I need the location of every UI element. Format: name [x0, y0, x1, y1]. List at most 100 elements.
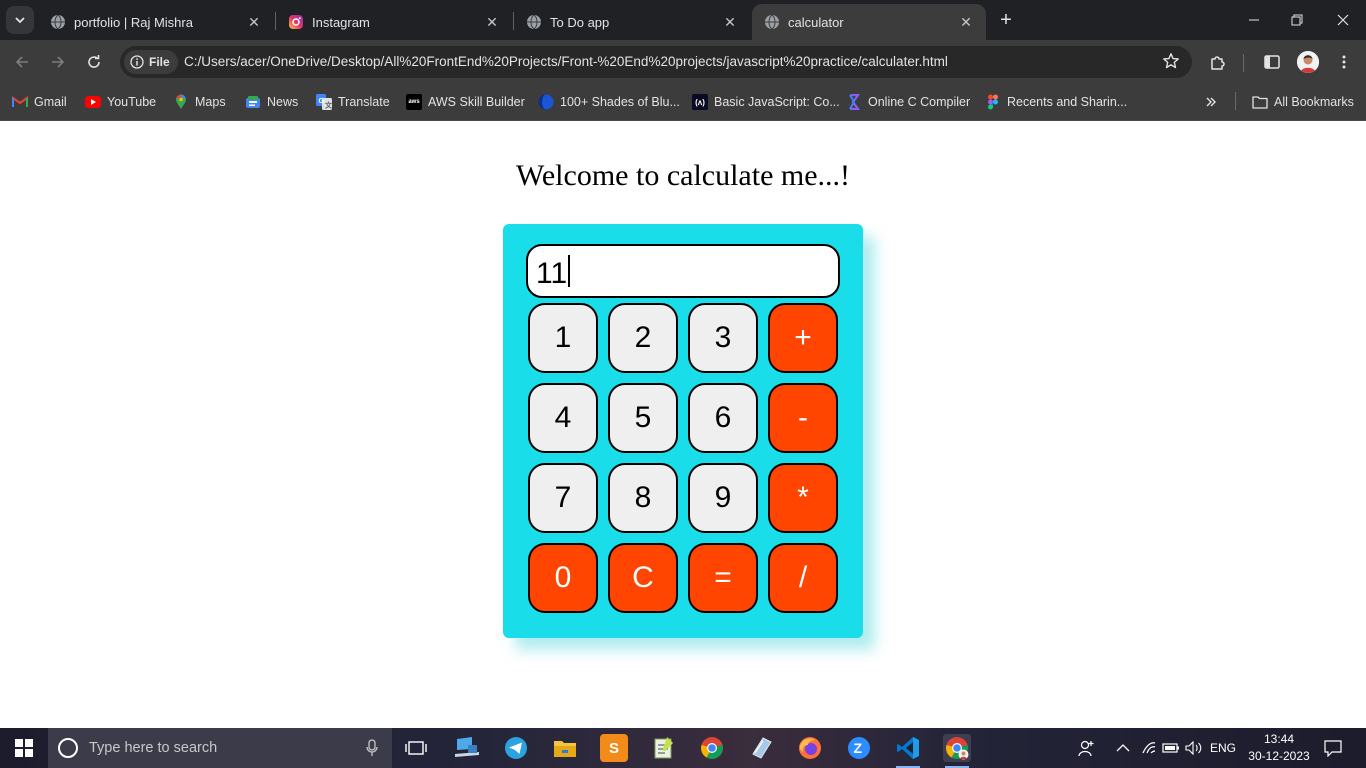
close-tab-icon[interactable]: ✕ — [244, 12, 264, 32]
globe-icon — [526, 14, 542, 30]
key-0[interactable]: 0 — [528, 543, 598, 613]
key-3[interactable]: 3 — [688, 303, 758, 373]
bookmark-label: Online C Compiler — [868, 95, 971, 109]
freecodecamp-icon: (ʌ) — [692, 94, 708, 110]
key-divide[interactable]: / — [768, 543, 838, 613]
svg-text:Z: Z — [854, 740, 863, 756]
tab-title: Instagram — [312, 14, 370, 30]
key-clear[interactable]: C — [608, 543, 678, 613]
action-center-button[interactable] — [1322, 728, 1344, 768]
instagram-icon — [288, 14, 304, 30]
task-view-button[interactable] — [402, 734, 430, 762]
bookmark-gmail[interactable]: Gmail — [12, 92, 67, 112]
clock-date: 30-12-2023 — [1248, 749, 1310, 763]
taskbar-search-box[interactable]: Type here to search — [48, 728, 392, 768]
info-icon — [130, 55, 144, 69]
bookmark-basic-javascript[interactable]: (ʌ) Basic JavaScript: Co... — [692, 92, 840, 112]
reload-button[interactable] — [80, 48, 108, 76]
bookmark-youtube[interactable]: YouTube — [85, 92, 156, 112]
site-info-chip[interactable]: File — [124, 50, 178, 74]
tray-battery-button[interactable] — [1161, 728, 1181, 768]
taskbar-app-notepad[interactable] — [649, 734, 677, 762]
back-button[interactable] — [8, 48, 36, 76]
taskbar-app-snipping[interactable] — [747, 734, 775, 762]
taskbar-app-pc[interactable] — [453, 734, 481, 762]
side-panel-button[interactable] — [1260, 50, 1284, 74]
microphone-icon[interactable] — [366, 739, 378, 757]
bookmark-shades-of-blue[interactable]: 100+ Shades of Blu... — [538, 92, 680, 112]
bookmark-translate[interactable]: G文 Translate — [316, 92, 390, 112]
close-tab-icon[interactable]: ✕ — [956, 12, 976, 32]
tab-todo[interactable]: To Do app ✕ — [514, 4, 750, 40]
key-8[interactable]: 8 — [608, 463, 678, 533]
bookmark-news[interactable]: News — [245, 92, 298, 112]
svg-text:文: 文 — [325, 101, 332, 110]
key-equals[interactable]: = — [688, 543, 758, 613]
taskbar-app-chrome-active[interactable] — [943, 734, 971, 768]
calculator-display[interactable]: 11 — [526, 244, 840, 298]
new-tab-button[interactable]: + — [994, 8, 1018, 32]
key-4[interactable]: 4 — [528, 383, 598, 453]
taskbar-app-zoom[interactable]: Z — [845, 734, 873, 762]
tray-people-button[interactable] — [1076, 728, 1098, 768]
tab-search-button[interactable] — [6, 6, 34, 34]
url-text[interactable]: C:/Users/acer/OneDrive/Desktop/All%20Fro… — [184, 54, 948, 69]
bookmark-label: Basic JavaScript: Co... — [714, 95, 840, 109]
taskbar-app-vscode[interactable] — [894, 734, 922, 768]
search-placeholder: Type here to search — [89, 740, 218, 756]
taskbar-app-telegram[interactable] — [502, 734, 530, 762]
folder-icon — [554, 741, 576, 757]
key-9[interactable]: 9 — [688, 463, 758, 533]
chrome-menu-button[interactable] — [1332, 50, 1356, 74]
bookmark-online-c-compiler[interactable]: Online C Compiler — [846, 92, 970, 112]
key-2[interactable]: 2 — [608, 303, 678, 373]
bookmarks-separator — [1235, 92, 1236, 110]
key-add[interactable]: + — [768, 303, 838, 373]
forward-button[interactable] — [44, 48, 72, 76]
close-tab-icon[interactable]: ✕ — [720, 12, 740, 32]
extensions-button[interactable] — [1206, 50, 1230, 74]
tray-language-button[interactable]: ENG — [1207, 728, 1239, 768]
battery-icon — [1162, 743, 1179, 753]
key-1[interactable]: 1 — [528, 303, 598, 373]
bookmark-star-button[interactable] — [1162, 52, 1180, 75]
close-window-button[interactable] — [1328, 6, 1358, 34]
profile-avatar[interactable] — [1297, 51, 1319, 73]
minimize-button[interactable] — [1239, 6, 1269, 34]
close-tab-icon[interactable]: ✕ — [482, 12, 502, 32]
tray-wifi-button[interactable] — [1139, 728, 1159, 768]
bookmark-aws[interactable]: aws AWS Skill Builder — [406, 92, 525, 112]
key-multiply[interactable]: * — [768, 463, 838, 533]
taskbar-clock[interactable]: 13:44 30-12-2023 — [1240, 731, 1318, 765]
taskbar-app-sublime[interactable]: S — [600, 734, 628, 762]
tab-portfolio[interactable]: portfolio | Raj Mishra ✕ — [38, 4, 274, 40]
taskbar-app-chrome[interactable] — [698, 734, 726, 762]
chevron-down-icon — [15, 17, 25, 24]
address-bar[interactable]: File C:/Users/acer/OneDrive/Desktop/All%… — [120, 46, 1192, 78]
search-icon — [58, 738, 78, 758]
more-bookmarks-button[interactable] — [1204, 92, 1218, 112]
chrome-profile-icon — [946, 737, 969, 760]
tray-show-hidden-button[interactable] — [1114, 728, 1132, 768]
taskbar-app-file-explorer[interactable] — [551, 734, 579, 762]
chrome-icon — [701, 737, 723, 759]
key-subtract[interactable]: - — [768, 383, 838, 453]
tab-calculator[interactable]: calculator ✕ — [752, 4, 986, 40]
reload-icon — [88, 55, 100, 68]
browser-toolbar: File C:/Users/acer/OneDrive/Desktop/All%… — [0, 40, 1366, 84]
key-7[interactable]: 7 — [528, 463, 598, 533]
key-6[interactable]: 6 — [688, 383, 758, 453]
tab-instagram[interactable]: Instagram ✕ — [276, 4, 512, 40]
puzzle-icon — [1211, 56, 1225, 70]
tray-volume-button[interactable] — [1183, 728, 1205, 768]
taskbar-app-firefox[interactable] — [796, 734, 824, 762]
key-5[interactable]: 5 — [608, 383, 678, 453]
all-bookmarks-button[interactable]: All Bookmarks — [1252, 92, 1354, 112]
more-vert-icon — [1342, 55, 1346, 69]
chevron-double-right-icon — [1206, 97, 1216, 107]
side-panel-icon — [1264, 55, 1280, 69]
start-button[interactable] — [0, 728, 48, 768]
restore-button[interactable] — [1282, 6, 1312, 34]
bookmark-maps[interactable]: Maps — [173, 92, 226, 112]
bookmark-recents-and-sharing[interactable]: Recents and Sharin... — [985, 92, 1127, 112]
